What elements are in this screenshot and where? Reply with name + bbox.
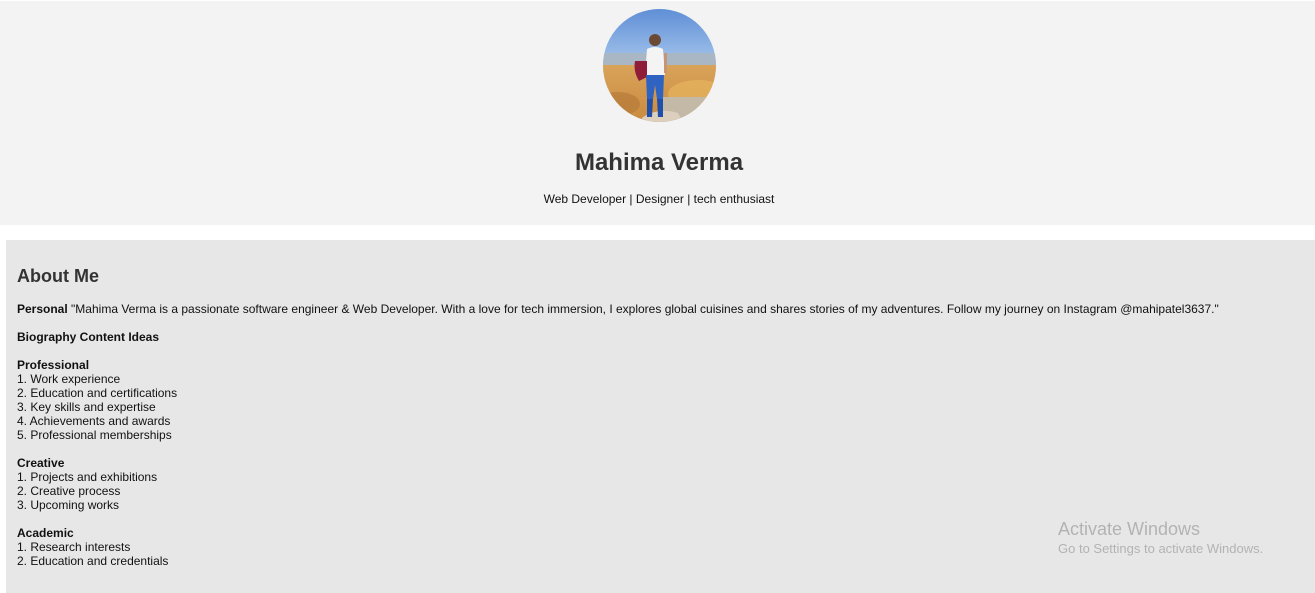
profile-tagline: Web Developer | Designer | tech enthusia… <box>543 192 775 206</box>
professional-section: Professional 1. Work experience 2. Educa… <box>17 358 177 442</box>
activate-windows-watermark: Activate Windows Go to Settings to activ… <box>1058 518 1263 557</box>
list-item: 2. Creative process <box>17 484 121 498</box>
profile-name: Mahima Verma <box>574 149 744 176</box>
personal-text: "Mahima Verma is a passionate software e… <box>71 302 1219 316</box>
list-item: 4. Achievements and awards <box>17 414 171 428</box>
creative-section: Creative 1. Projects and exhibitions 2. … <box>17 456 157 512</box>
academic-section: Academic 1. Research interests 2. Educat… <box>17 526 168 568</box>
section-heading: Creative <box>17 456 65 470</box>
personal-paragraph: Personal "Mahima Verma is a passionate s… <box>17 302 1219 316</box>
bio-heading: Biography Content Ideas <box>17 330 160 344</box>
list-item: 2. Education and credentials <box>17 554 169 568</box>
list-item: 3. Key skills and expertise <box>17 400 156 414</box>
personal-label: Personal <box>17 302 68 316</box>
list-item: 3. Upcoming works <box>17 498 120 512</box>
watermark-subtitle: Go to Settings to activate Windows. <box>1058 541 1264 556</box>
list-item: 1. Research interests <box>17 540 131 554</box>
profile-photo-image <box>603 9 716 122</box>
watermark-title: Activate Windows <box>1058 519 1201 539</box>
section-heading: Professional <box>17 358 90 372</box>
list-item: 1. Projects and exhibitions <box>17 470 158 484</box>
profile-header: Mahima Verma Web Developer | Designer | … <box>0 1 1315 225</box>
list-item: 5. Professional memberships <box>17 428 172 442</box>
section-heading: Academic <box>17 526 74 540</box>
list-item: 2. Education and certifications <box>17 386 178 400</box>
list-item: 1. Work experience <box>17 372 121 386</box>
about-title: About Me <box>17 266 99 286</box>
profile-photo-avatar <box>603 9 716 122</box>
